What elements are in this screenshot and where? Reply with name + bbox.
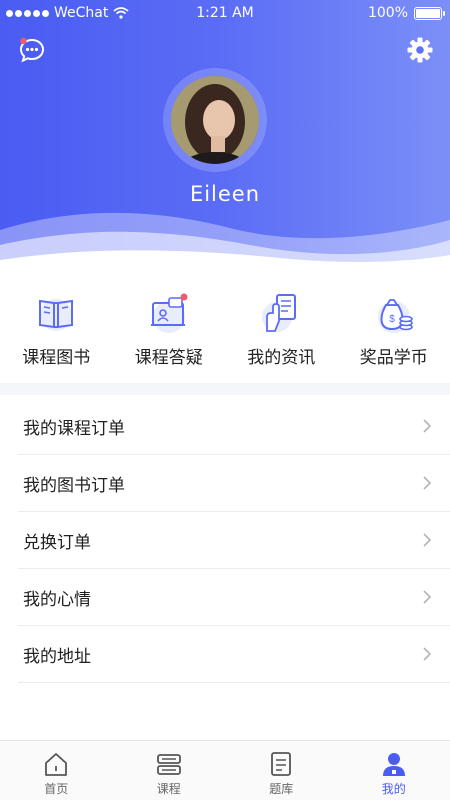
quick-link-label: 奖品学币 <box>359 348 428 368</box>
quick-link-my-news[interactable]: 我的资讯 <box>225 285 338 375</box>
menu-item-book-orders[interactable]: 我的图书订单 <box>18 455 450 512</box>
tab-question-bank[interactable]: 题库 <box>225 741 338 800</box>
quick-link-label: 我的资讯 <box>247 348 316 368</box>
tab-label: 题库 <box>269 782 294 796</box>
menu-item-label: 我的图书订单 <box>23 475 125 496</box>
tab-label: 首页 <box>44 782 69 796</box>
menu-item-course-orders[interactable]: 我的课程订单 <box>18 398 450 455</box>
menu-item-label: 我的心情 <box>23 589 91 610</box>
wave-decoration <box>0 212 450 270</box>
tab-label: 课程 <box>156 782 181 796</box>
quick-link-course-books[interactable]: 课程图书 <box>0 285 113 375</box>
home-icon <box>45 753 68 776</box>
avatar-ring[interactable] <box>163 68 267 172</box>
money-bag-icon: $ <box>377 299 413 333</box>
tab-label: 我的 <box>381 782 406 796</box>
gear-icon[interactable] <box>406 36 434 64</box>
battery-icon <box>414 6 445 20</box>
avatar[interactable] <box>171 76 259 164</box>
quick-links: 课程图书 课程答疑 我的资讯 $ 奖品学币 <box>0 285 450 375</box>
chevron-right-icon <box>423 419 432 433</box>
tab-bar: 首页 课程 题库 我的 <box>0 740 450 800</box>
course-icon <box>156 754 181 775</box>
menu-item-label: 我的课程订单 <box>23 418 125 439</box>
svg-text:$: $ <box>389 314 395 325</box>
menu-item-my-address[interactable]: 我的地址 <box>18 626 450 683</box>
menu-item-exchange-orders[interactable]: 兑换订单 <box>18 512 450 569</box>
chevron-right-icon <box>423 533 432 547</box>
profile-header: WeChat 1:21 AM 100% Eileen <box>0 0 450 270</box>
chevron-right-icon <box>423 590 432 604</box>
battery-group: 100% <box>367 5 445 21</box>
chevron-right-icon <box>423 647 432 661</box>
tab-profile[interactable]: 我的 <box>338 741 450 800</box>
quick-link-course-qa[interactable]: 课程答疑 <box>113 285 226 375</box>
tab-home[interactable]: 首页 <box>0 741 113 800</box>
tab-courses[interactable]: 课程 <box>113 741 226 800</box>
battery-percent: 100% <box>367 5 408 21</box>
section-divider <box>0 383 450 395</box>
menu-item-my-mood[interactable]: 我的心情 <box>18 569 450 626</box>
document-hand-icon <box>262 294 297 332</box>
menu-item-label: 我的地址 <box>23 646 91 667</box>
question-bank-icon <box>271 752 292 776</box>
avatar-photo <box>171 76 259 164</box>
status-bar: WeChat 1:21 AM 100% <box>0 0 450 28</box>
chevron-right-icon <box>423 476 432 490</box>
quick-link-label: 课程答疑 <box>134 348 203 368</box>
book-icon <box>39 299 74 331</box>
username: Eileen <box>189 182 261 206</box>
menu-item-label: 兑换订单 <box>23 532 91 553</box>
qa-screen-icon <box>150 293 188 333</box>
quick-link-prize-coins[interactable]: $ 奖品学币 <box>338 285 450 375</box>
message-icon[interactable] <box>18 36 46 64</box>
menu-list: 我的课程订单 我的图书订单 兑换订单 我的心情 我的地址 <box>18 398 450 683</box>
profile-icon <box>382 753 405 776</box>
quick-link-label: 课程图书 <box>22 348 91 368</box>
